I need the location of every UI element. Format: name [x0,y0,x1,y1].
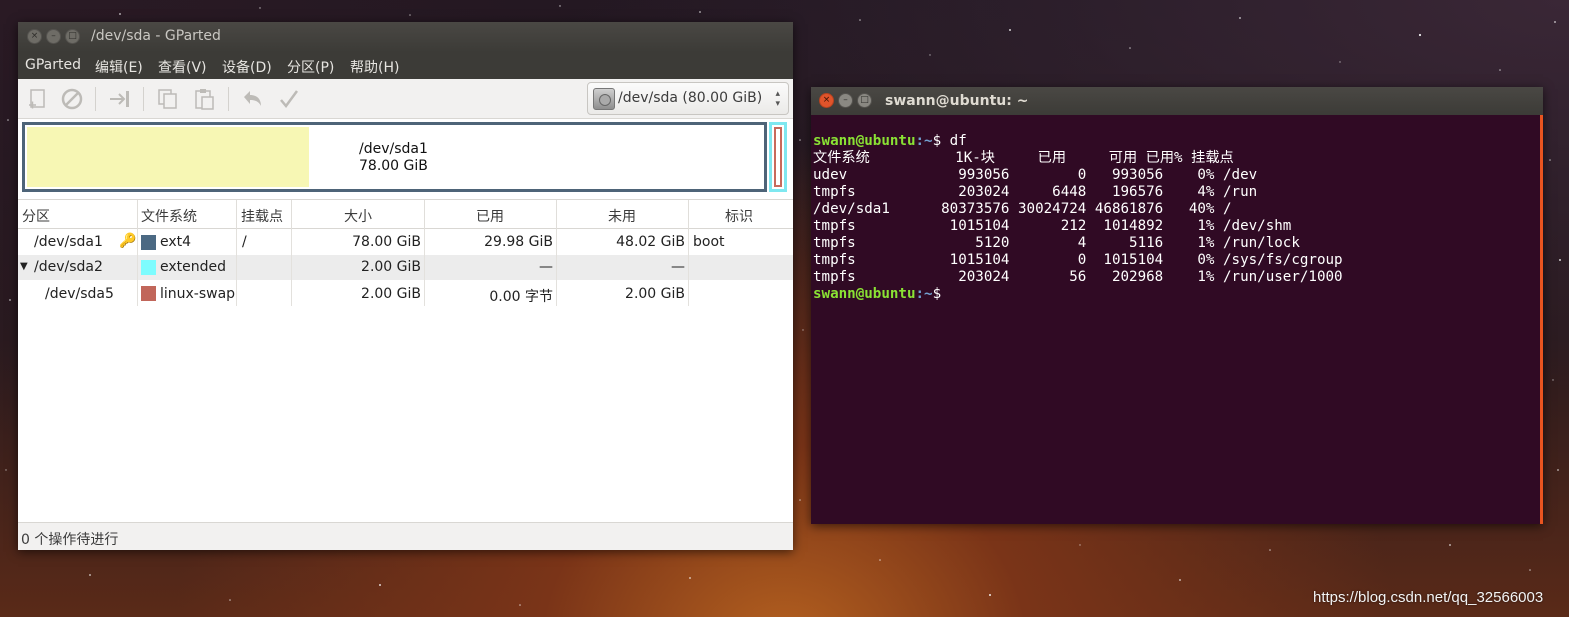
maximize-window-button[interactable]: □ [857,93,872,108]
df-row: tmpfs 1015104 212 1014892 1% /dev/shm [813,218,1292,234]
partition-map-name: /dev/sda1 [359,141,428,157]
partition-map-size: 78.00 GiB [359,158,428,174]
used-cell: 0.00 字节 [489,289,553,305]
key-icon: 🔑 [119,233,137,249]
partition-used-bar [27,127,309,187]
partition-map-extended[interactable] [769,122,787,192]
status-bar: 0 个操作待进行 [18,522,793,550]
paste-icon[interactable] [192,87,216,111]
command-text: $ df [932,133,967,149]
partition-map-swap[interactable] [774,127,782,187]
prompt-user: swann@ubuntu [813,133,916,149]
prompt-path: :~ [915,286,933,302]
menu-gparted[interactable]: GParted [25,57,81,73]
close-window-button[interactable]: × [27,29,42,44]
device-selector-label: /dev/sda (80.00 GiB) [618,90,763,106]
mountpoint-cell: / [242,234,247,250]
column-header-flags[interactable]: 标识 [725,206,753,226]
flags-cell: boot [693,234,725,250]
expander-triangle-icon[interactable]: ▼ [20,261,28,272]
column-header-unused[interactable]: 未用 [608,206,636,226]
maximize-window-button[interactable]: □ [65,29,80,44]
df-header-line: 文件系统 1K-块 已用 可用 已用% 挂载点 [813,150,1234,166]
window-title: /dev/sda - GParted [91,28,221,44]
table-row[interactable]: ▼ /dev/sda2 extended 2.00 GiB — — [18,255,793,280]
unused-cell: 48.02 GiB [616,234,685,250]
df-row: tmpfs 203024 56 202968 1% /run/user/1000 [813,269,1343,285]
terminal-window: × – □ swann@ubuntu: ~ swann@ubuntu:~$ df… [811,87,1543,524]
size-cell: 2.00 GiB [361,286,421,302]
size-cell: 2.00 GiB [361,259,421,275]
column-header-mountpoint[interactable]: 挂载点 [241,206,283,226]
filesystem-cell: extended [160,259,227,275]
gparted-titlebar[interactable]: × – □ /dev/sda - GParted [18,22,793,52]
df-row: /dev/sda1 80373576 30024724 46861876 40%… [813,201,1232,217]
column-header-size[interactable]: 大小 [344,206,372,226]
used-cell: 29.98 GiB [484,234,553,250]
delete-icon[interactable] [60,87,84,111]
toolbar: /dev/sda (80.00 GiB) ▴ ▾ [18,79,793,119]
df-row: udev 993056 0 993056 0% /dev [813,167,1258,183]
apply-icon[interactable] [277,87,301,111]
device-selector[interactable]: /dev/sda (80.00 GiB) ▴ ▾ [587,82,789,115]
column-header-partition[interactable]: 分区 [22,206,50,226]
filesystem-cell: linux-swap [160,286,236,302]
df-row: tmpfs 5120 4 5116 1% /run/lock [813,235,1300,251]
filesystem-color-swatch [141,235,156,250]
copy-icon[interactable] [156,87,180,111]
undo-icon[interactable] [240,87,264,111]
partition-cell: /dev/sda1 [34,234,103,250]
terminal-title: swann@ubuntu: ~ [885,93,1029,109]
terminal-titlebar[interactable]: × – □ swann@ubuntu: ~ [811,87,1543,115]
terminal-scrollbar[interactable] [1540,115,1543,524]
close-window-button[interactable]: × [819,93,834,108]
updown-arrows-icon: ▴ ▾ [775,89,780,109]
watermark: https://blog.csdn.net/qq_32566003 [1313,589,1544,606]
command-line: swann@ubuntu:~$ df [813,133,1539,150]
pending-operations-status: 0 个操作待进行 [21,532,119,548]
new-partition-icon[interactable] [26,87,50,111]
minimize-window-button[interactable]: – [838,93,853,108]
final-prompt-line: swann@ubuntu:~$ [813,286,1539,303]
filesystem-cell: ext4 [160,234,192,250]
partition-cell: /dev/sda2 [34,259,103,275]
terminal-output[interactable]: swann@ubuntu:~$ df 文件系统 1K-块 已用 可用 已用% 挂载… [813,116,1539,521]
df-row: tmpfs 203024 6448 196576 4% /run [813,184,1258,200]
resize-move-icon[interactable] [108,87,132,111]
menu-view[interactable]: 查看(V) [158,57,207,77]
table-row[interactable]: /dev/sda1 🔑 ext4 / 78.00 GiB 29.98 GiB 4… [18,230,793,255]
partition-map-sda1[interactable]: /dev/sda1 78.00 GiB [22,122,767,192]
harddisk-icon [593,88,615,110]
prompt-dollar: $ [932,286,950,302]
column-header-filesystem[interactable]: 文件系统 [141,206,197,226]
menu-device[interactable]: 设备(D) [222,57,272,77]
used-cell: — [539,259,553,275]
size-cell: 78.00 GiB [352,234,421,250]
partition-cell: /dev/sda5 [45,286,114,302]
column-header-used[interactable]: 已用 [476,206,504,226]
df-row: tmpfs 1015104 0 1015104 0% /sys/fs/cgrou… [813,252,1343,268]
menu-partition[interactable]: 分区(P) [287,57,334,77]
unused-cell: — [671,259,685,275]
menu-bar: GParted 编辑(E) 查看(V) 设备(D) 分区(P) 帮助(H) [18,52,793,79]
menu-help[interactable]: 帮助(H) [350,57,399,77]
prompt-user: swann@ubuntu [813,286,916,302]
minimize-window-button[interactable]: – [46,29,61,44]
table-row[interactable]: /dev/sda5 linux-swap 2.00 GiB 0.00 字节 2.… [18,280,793,306]
table-header: 分区 文件系统 挂载点 大小 已用 未用 标识 [18,199,793,230]
gparted-window: × – □ /dev/sda - GParted GParted 编辑(E) 查… [18,22,793,550]
filesystem-color-swatch [141,286,156,301]
unused-cell: 2.00 GiB [625,286,685,302]
menu-edit[interactable]: 编辑(E) [95,57,143,77]
prompt-path: :~ [915,133,933,149]
filesystem-color-swatch [141,260,156,275]
